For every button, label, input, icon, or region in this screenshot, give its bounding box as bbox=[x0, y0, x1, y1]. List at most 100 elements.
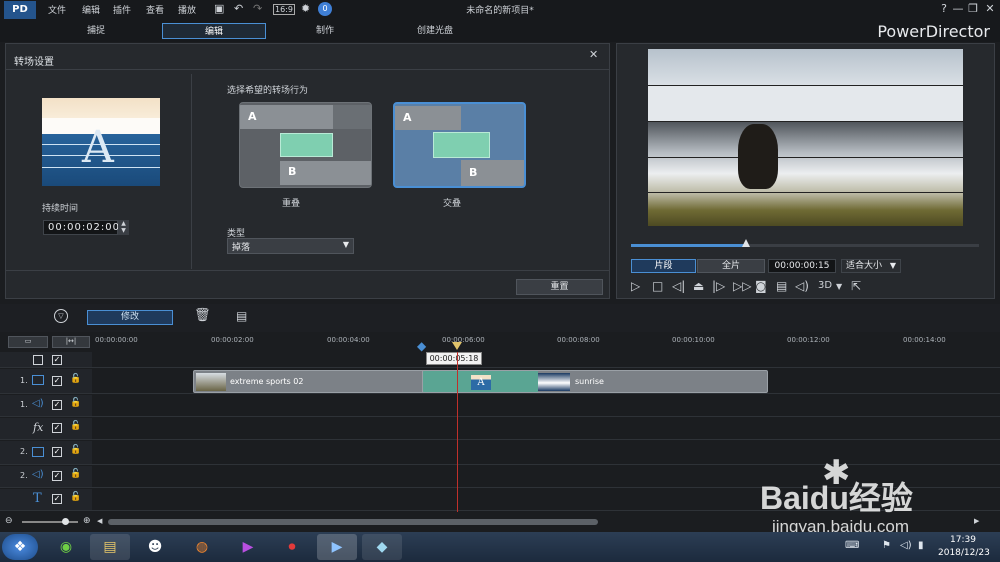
preview-video bbox=[648, 49, 963, 226]
ruler-tick: 00:00:02:00 bbox=[211, 336, 254, 344]
clip-thumbnail bbox=[538, 373, 570, 391]
previous-frame-icon[interactable]: ◁| bbox=[672, 279, 685, 293]
taskbar-time[interactable]: 17:39 bbox=[950, 535, 976, 545]
duration-input[interactable]: 00:00:02:00 bbox=[43, 220, 119, 235]
taskbar-date[interactable]: 2018/12/23 bbox=[938, 548, 990, 558]
lock-icon[interactable]: 🔓 bbox=[70, 421, 81, 431]
playhead-head[interactable] bbox=[452, 342, 462, 350]
track-enable-checkbox[interactable]: ✓ bbox=[52, 423, 62, 433]
tray-flag-icon[interactable]: ⚑ bbox=[882, 540, 891, 551]
option-overlap-label: 重叠 bbox=[282, 199, 301, 209]
zoom-slider[interactable] bbox=[22, 518, 78, 525]
taskbar-app-firefox[interactable]: ◍ bbox=[182, 534, 222, 560]
tab-create-disc[interactable]: 创建光盘 bbox=[390, 23, 480, 39]
track-enable-checkbox[interactable]: ✓ bbox=[52, 447, 62, 457]
scrubber-handle[interactable] bbox=[741, 239, 750, 247]
tab-produce[interactable]: 制作 bbox=[285, 23, 365, 39]
menu-edit[interactable]: 编辑 bbox=[82, 3, 100, 16]
track-enable-checkbox[interactable]: ✓ bbox=[52, 400, 62, 410]
split-icon[interactable]: ⏏ bbox=[693, 279, 704, 293]
clip-mode-button[interactable]: 片段 bbox=[631, 259, 696, 273]
modify-button[interactable]: 修改 bbox=[87, 310, 173, 325]
taskbar-app-recorder[interactable]: ⏺ bbox=[272, 534, 312, 560]
tab-capture[interactable]: 捕捉 bbox=[56, 23, 136, 39]
lock-icon[interactable]: 🔓 bbox=[70, 374, 81, 384]
redo-icon[interactable]: ↷ bbox=[253, 2, 262, 15]
taskbar-app-qq[interactable]: ☻ bbox=[135, 534, 175, 560]
undock-icon[interactable]: ⇱ bbox=[851, 279, 861, 293]
aspect-ratio-icon[interactable]: 16:9 bbox=[273, 4, 295, 15]
preview-scrubber[interactable] bbox=[631, 239, 979, 247]
volume-icon[interactable]: ◁) bbox=[795, 279, 809, 293]
taskbar-app-360[interactable]: ◉ bbox=[46, 534, 86, 560]
lock-icon[interactable]: 🔓 bbox=[70, 492, 81, 502]
restore-button[interactable]: ❐ bbox=[965, 2, 981, 15]
track-toggle-video[interactable]: ▭ bbox=[8, 336, 48, 348]
tray-volume-icon[interactable]: ◁) bbox=[900, 540, 912, 551]
timeline-ruler[interactable]: 00:00:00:00 00:00:02:00 00:00:04:00 00:0… bbox=[95, 334, 995, 352]
option-overlap[interactable]: A B bbox=[239, 102, 372, 188]
taskbar-app-media[interactable]: ▶ bbox=[228, 534, 268, 560]
track-enable-checkbox[interactable]: ✓ bbox=[52, 376, 62, 386]
zoom-select[interactable]: 适合大小 ▼ bbox=[841, 259, 901, 273]
expand-icon[interactable]: ▽ bbox=[54, 309, 68, 323]
next-frame-icon[interactable]: |▷ bbox=[712, 279, 725, 293]
movie-mode-button[interactable]: 全片 bbox=[697, 259, 765, 273]
duration-stepper[interactable]: ▲ ▼ bbox=[118, 220, 129, 235]
undo-icon[interactable]: ↶ bbox=[234, 2, 243, 15]
menu-view[interactable]: 查看 bbox=[146, 3, 164, 16]
zoom-out-icon[interactable]: ⊖ bbox=[5, 516, 13, 526]
fast-forward-icon[interactable]: ▷▷ bbox=[733, 279, 751, 293]
panel-close-icon[interactable]: ✕ bbox=[589, 48, 598, 61]
trash-icon[interactable]: 🗑 bbox=[194, 308, 211, 323]
close-button[interactable]: ✕ bbox=[982, 2, 998, 15]
start-button[interactable]: ❖ bbox=[2, 534, 38, 560]
taskbar-app-explorer[interactable]: ▤ bbox=[90, 534, 130, 560]
option-cross[interactable]: A B bbox=[393, 102, 526, 188]
panel-footer-divider bbox=[6, 270, 609, 271]
preview-timecode[interactable]: 00:00:00:15 bbox=[768, 259, 836, 273]
edit-list-icon[interactable]: ▤ bbox=[236, 309, 247, 323]
track-toggle-fit[interactable]: |↔| bbox=[52, 336, 90, 348]
track-enable-checkbox[interactable]: ✓ bbox=[52, 355, 62, 365]
brand-title: PowerDirector bbox=[877, 22, 990, 41]
play-icon[interactable]: ▷ bbox=[631, 279, 640, 293]
taskbar-app-powerdirector[interactable]: ▶ bbox=[317, 534, 357, 560]
menu-file[interactable]: 文件 bbox=[48, 3, 66, 16]
scroll-left-icon[interactable]: ◀ bbox=[97, 517, 102, 525]
lock-icon[interactable]: 🔓 bbox=[70, 398, 81, 408]
tray-keyboard-icon[interactable]: ⌨ bbox=[845, 540, 859, 551]
lock-icon[interactable]: 🔓 bbox=[70, 469, 81, 479]
stop-icon[interactable]: □ bbox=[652, 279, 663, 293]
minimize-button[interactable]: — bbox=[950, 2, 966, 15]
tray-network-icon[interactable]: ▮ bbox=[918, 540, 924, 551]
notification-icon[interactable]: 0 bbox=[318, 2, 332, 16]
app-logo: PD bbox=[4, 1, 36, 19]
track-enable-checkbox[interactable]: ✓ bbox=[52, 494, 62, 504]
display-icon[interactable]: ▤ bbox=[776, 279, 787, 293]
menu-play[interactable]: 播放 bbox=[178, 3, 196, 16]
snapshot-icon[interactable]: ◙ bbox=[755, 279, 767, 293]
clip-sunrise[interactable]: A sunrise bbox=[422, 370, 768, 393]
track-select-checkbox[interactable] bbox=[33, 355, 43, 365]
taskbar-app-notes[interactable]: ◆ bbox=[362, 534, 402, 560]
tab-edit[interactable]: 编辑 bbox=[162, 23, 266, 39]
playhead-line[interactable] bbox=[457, 352, 458, 512]
reset-button[interactable]: 重置 bbox=[516, 279, 603, 295]
window-title: 未命名的新项目* bbox=[466, 6, 534, 16]
save-icon[interactable]: ▣ bbox=[214, 2, 224, 15]
menu-plugins[interactable]: 插件 bbox=[113, 3, 131, 16]
ruler-tick: 00:00:08:00 bbox=[557, 336, 600, 344]
mode-3d-chevron-icon[interactable]: ▼ bbox=[836, 282, 842, 291]
playhead-marker-icon[interactable]: ◆ bbox=[417, 340, 435, 352]
timeline-scrollbar[interactable] bbox=[108, 519, 598, 525]
settings-icon[interactable]: ✹ bbox=[301, 2, 310, 15]
zoom-slider-handle[interactable] bbox=[62, 518, 69, 525]
overlap-letter-a: A bbox=[248, 110, 257, 123]
track-enable-checkbox[interactable]: ✓ bbox=[52, 471, 62, 481]
lock-icon[interactable]: 🔓 bbox=[70, 445, 81, 455]
type-select[interactable]: 掉落 ▼ bbox=[227, 238, 354, 254]
zoom-in-icon[interactable]: ⊕ bbox=[83, 516, 91, 526]
mode-3d-label[interactable]: 3D bbox=[818, 280, 832, 291]
chevron-down-icon: ▼ bbox=[342, 240, 349, 249]
